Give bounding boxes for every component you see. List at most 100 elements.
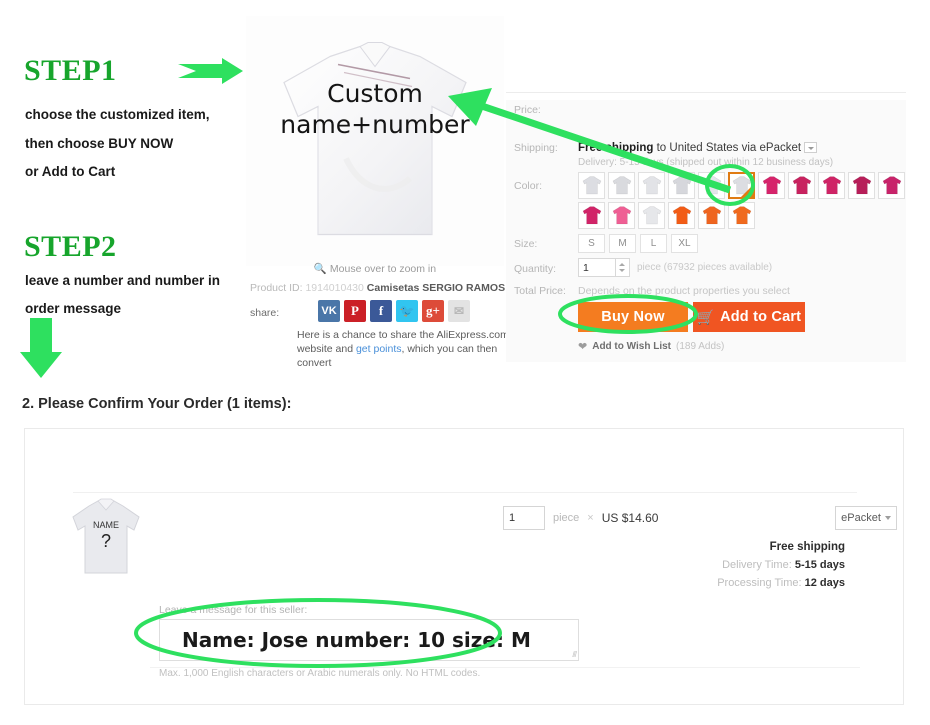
color-swatch-magenta-dark[interactable] (848, 172, 875, 199)
share-label-wrap: share: (250, 303, 279, 321)
custom-overlay-line-2: name+number (280, 110, 470, 140)
color-swatch-white-8[interactable] (668, 172, 695, 199)
swatch-jersey-icon (882, 176, 901, 195)
processing-time-value: 12 days (804, 577, 845, 589)
color-swatch-white-7[interactable] (638, 172, 665, 199)
delivery-time-label: Delivery Time: (722, 559, 792, 571)
color-swatch-white-21[interactable] (638, 202, 665, 229)
product-id-value: 1914010430 (305, 282, 364, 294)
color-swatch-magenta-7[interactable] (788, 172, 815, 199)
step1-line-3: or Add to Cart (25, 164, 116, 179)
quantity-body: 1 piece (67932 pieces available) (578, 258, 772, 277)
swatch-jersey-icon (852, 176, 871, 195)
share-desc-line-2a: website and (297, 343, 356, 355)
order-card-divider (73, 492, 857, 493)
instructions-column: STEP1 choose the customized item, then c… (0, 0, 245, 370)
buy-now-button[interactable]: Buy Now (578, 302, 688, 332)
swatch-jersey-icon (732, 206, 751, 225)
facebook-icon[interactable]: f (370, 300, 392, 322)
shipping-main: Free shipping to United States via ePack… (578, 142, 833, 154)
product-id-label: Product ID: (250, 282, 303, 294)
color-swatch-white-10[interactable] (608, 172, 635, 199)
top-section: STEP1 choose the customized item, then c… (0, 0, 930, 370)
swatch-jersey-icon (792, 176, 811, 195)
email-icon[interactable]: ✉ (448, 300, 470, 322)
share-label: share: (250, 307, 280, 319)
swatch-jersey-icon (582, 176, 601, 195)
order-card: NAME ? 1 piece × US $14.60 ePacket Free … (24, 428, 904, 705)
price-label: Price: (514, 104, 541, 116)
order-quantity-group: 1 piece × US $14.60 (503, 506, 658, 530)
share-desc-line-1: Here is a chance to share the AliExpress… (297, 329, 509, 341)
panel-top-blank (506, 0, 906, 100)
resize-handle-icon[interactable]: /// (572, 650, 577, 659)
seller-message-label: Leave a message for this seller: (159, 604, 308, 616)
color-swatch-magenta-11[interactable] (758, 172, 785, 199)
color-swatch-orange-3[interactable] (728, 202, 755, 229)
add-to-cart-label: Add to Cart (720, 309, 802, 325)
heart-icon: ❤ (578, 341, 588, 353)
shipping-method-label: ePacket (841, 512, 881, 524)
quantity-label: Quantity: (514, 263, 557, 275)
thumb-number-text: ? (101, 531, 111, 551)
jersey-back-illustration (283, 42, 467, 236)
order-quantity-input[interactable]: 1 (503, 506, 545, 530)
size-button-m[interactable]: M (609, 234, 636, 253)
color-swatch-pink-light[interactable] (608, 202, 635, 229)
order-item-thumbnail[interactable]: NAME ? (67, 497, 145, 579)
order-shipping-info: Free shipping Delivery Time: 5-15 days P… (717, 541, 845, 589)
quantity-input[interactable]: 1 (578, 258, 616, 277)
color-swatch-grid (578, 172, 908, 229)
size-label: Size: (514, 238, 538, 250)
order-delivery-time: Delivery Time: 5-15 days (717, 559, 845, 571)
color-swatch-orange-2[interactable] (698, 202, 725, 229)
action-buttons: Buy Now 🛒 Add to Cart (578, 302, 805, 332)
share-description: Here is a chance to share the AliExpress… (297, 328, 512, 370)
color-swatch-magenta-10[interactable] (818, 172, 845, 199)
get-points-link[interactable]: get points (356, 343, 402, 355)
order-section-heading: 2. Please Confirm Your Order (1 items): (22, 396, 292, 412)
swatch-jersey-icon (702, 206, 721, 225)
size-button-xl[interactable]: XL (671, 234, 698, 253)
twitter-icon[interactable]: 🐦 (396, 300, 418, 322)
pinterest-icon[interactable]: P (344, 300, 366, 322)
size-button-l[interactable]: L (640, 234, 667, 253)
color-swatch-white-selected[interactable] (728, 172, 755, 199)
shipping-free-text: Free shipping (578, 142, 654, 154)
add-to-cart-button[interactable]: 🛒 Add to Cart (693, 302, 805, 332)
color-swatch-white-plain[interactable] (698, 172, 725, 199)
size-options: S M L XL (578, 234, 698, 253)
order-piece-label: piece (553, 512, 580, 524)
total-price-label: Total Price: (514, 285, 566, 297)
search-icon: 🔍 (313, 263, 327, 275)
swatch-jersey-icon (762, 176, 781, 195)
color-swatch-white-11[interactable] (578, 172, 605, 199)
product-main-image[interactable]: Custom name+number (246, 16, 504, 266)
custom-text-overlay: Custom name+number (246, 78, 504, 141)
seller-message-value: Name: Jose number: 10 size: M (182, 628, 531, 652)
wishlist-label[interactable]: Add to Wish List (592, 341, 671, 352)
swatch-jersey-icon (822, 176, 841, 195)
swatch-jersey-icon (702, 176, 721, 195)
panel-divider (506, 92, 906, 93)
total-price-body: Depends on the product properties you se… (578, 285, 790, 297)
shipping-method-select[interactable]: ePacket (835, 506, 897, 530)
color-swatch-orange-1[interactable] (668, 202, 695, 229)
chevron-down-icon[interactable] (804, 142, 818, 154)
swatch-jersey-icon (672, 176, 691, 195)
color-swatch-magenta-plain[interactable] (878, 172, 905, 199)
quantity-stepper[interactable] (616, 258, 630, 277)
size-button-s[interactable]: S (578, 234, 605, 253)
color-swatch-magenta-alt[interactable] (578, 202, 605, 229)
step2-title: STEP2 (24, 230, 117, 263)
vk-icon[interactable]: VK (318, 300, 340, 322)
seller-message-input[interactable]: Name: Jose number: 10 size: M /// (159, 619, 579, 661)
google-plus-icon[interactable]: g+ (422, 300, 444, 322)
product-detail-panel: Price: Shipping: Free shipping to United… (506, 0, 906, 362)
swatch-jersey-icon (642, 176, 661, 195)
shipping-destination: to United States via ePacket (653, 142, 802, 154)
wishlist-count: (189 Adds) (676, 341, 725, 352)
order-card-bottom-divider (150, 667, 860, 668)
zoom-hint-label: Mouse over to zoom in (329, 263, 437, 275)
shipping-delivery-note: Delivery: 5-15 days (shipped out within … (578, 157, 834, 168)
